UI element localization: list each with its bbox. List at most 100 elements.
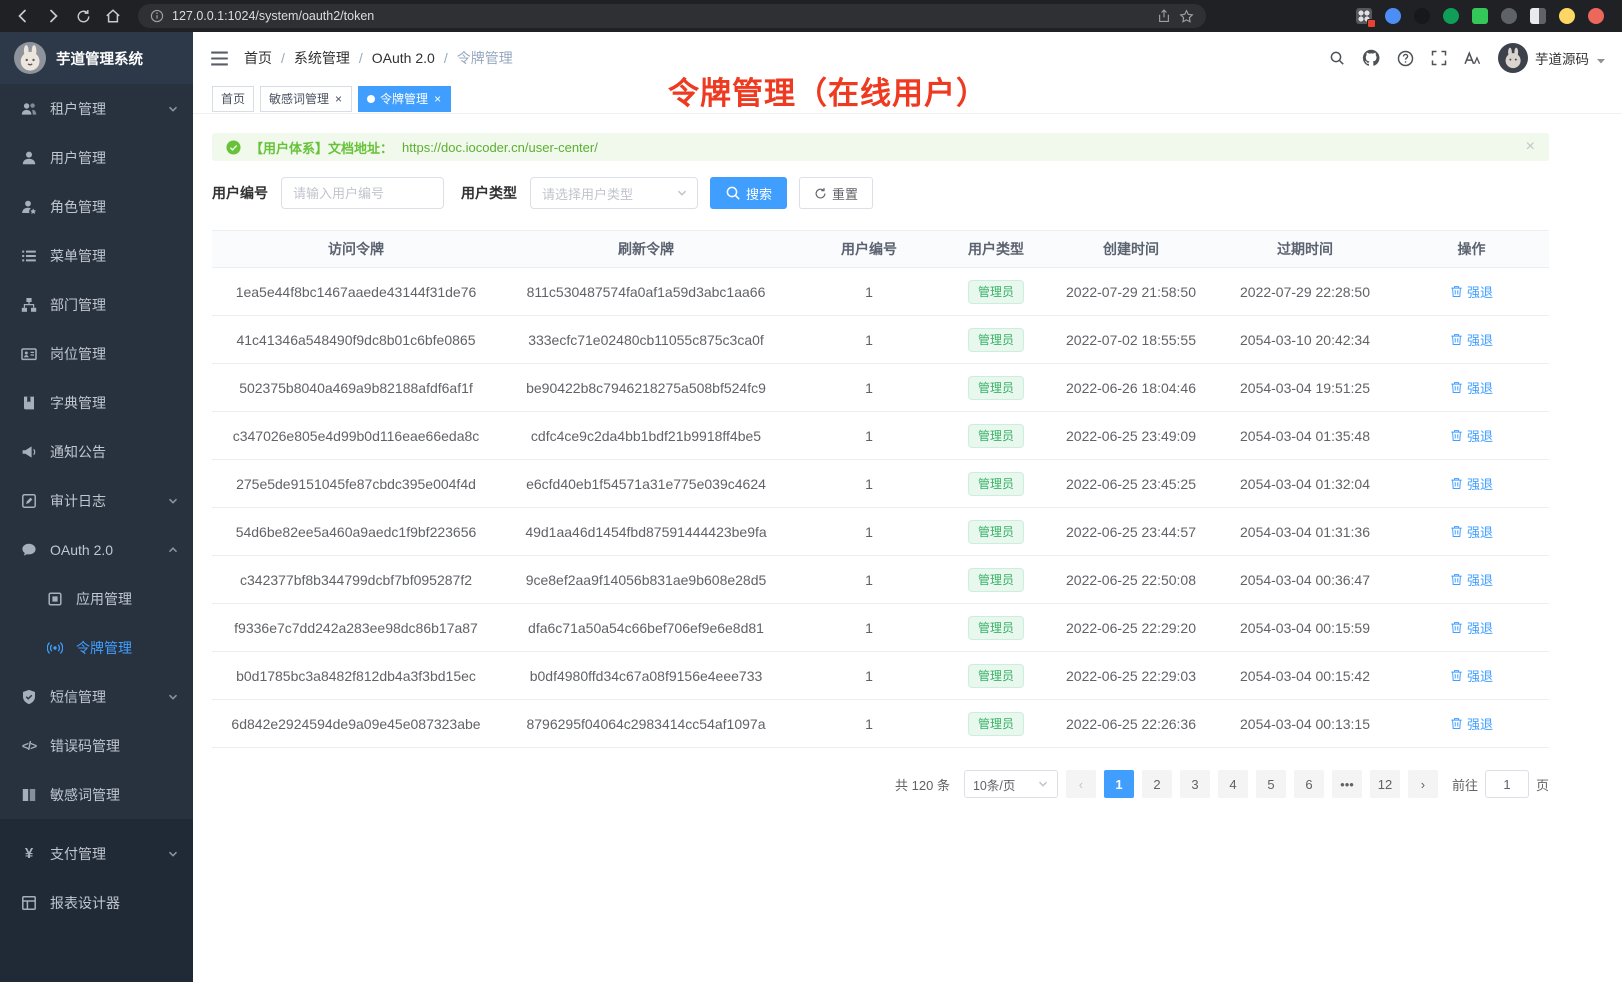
page-button[interactable]: 1 [1104, 770, 1134, 798]
force-logout-button[interactable]: 强退 [1450, 282, 1493, 301]
table-row: c342377bf8b344799dcbf7bf095287f2 9ce8ef2… [212, 556, 1549, 604]
breadcrumb-item[interactable]: 系统管理 [294, 48, 350, 68]
alert-doc-link[interactable]: https://doc.iocoder.cn/user-center/ [402, 140, 598, 155]
page-button[interactable]: 5 [1256, 770, 1286, 798]
close-icon[interactable]: × [1526, 139, 1535, 155]
forward-icon[interactable] [40, 3, 66, 29]
green-extension-icon[interactable] [1443, 8, 1459, 24]
sidebar-item[interactable]: 短信管理 [0, 672, 193, 721]
user-icon [20, 150, 38, 166]
sidebar-item[interactable]: 角色管理 [0, 182, 193, 231]
force-logout-button[interactable]: 强退 [1450, 714, 1493, 733]
force-logout-button[interactable]: 强退 [1450, 426, 1493, 445]
sidebar-menu-lower: ¥ 支付管理 报表设计器 [0, 819, 193, 982]
bookmark-star-icon[interactable] [1179, 9, 1194, 24]
sidebar-item[interactable]: 应用管理 [0, 574, 193, 623]
force-logout-button[interactable]: 强退 [1450, 378, 1493, 397]
info-icon[interactable] [150, 9, 164, 23]
force-logout-button[interactable]: 强退 [1450, 570, 1493, 589]
gray-extension-icon[interactable] [1501, 8, 1517, 24]
sidebar-item[interactable]: 用户管理 [0, 133, 193, 182]
search-icon[interactable] [1329, 50, 1345, 66]
user-menu[interactable]: 芋道源码 [1498, 43, 1606, 73]
force-logout-button[interactable]: 强退 [1450, 666, 1493, 685]
create-time-cell: 2022-06-25 22:29:03 [1046, 652, 1216, 700]
blue-extension-icon[interactable] [1385, 8, 1401, 24]
table-row: 41c41346a548490f9dc8b01c6bfe0865 333ecfc… [212, 316, 1549, 364]
access-token-cell: 41c41346a548490f9dc8b01c6bfe0865 [212, 316, 500, 364]
audit-log-icon [20, 493, 38, 509]
page-button[interactable]: 2 [1142, 770, 1172, 798]
tab-label: 令牌管理 [380, 90, 428, 107]
tab-active[interactable]: 令牌管理 × [358, 86, 451, 112]
force-logout-button[interactable]: 强退 [1450, 330, 1493, 349]
column-header: 操作 [1394, 231, 1549, 268]
create-time-cell: 2022-06-25 23:44:57 [1046, 508, 1216, 556]
emoji-avatar-icon[interactable] [1559, 8, 1575, 24]
split-panel-extension-icon[interactable] [1530, 8, 1546, 24]
reload-icon[interactable] [70, 3, 96, 29]
close-icon[interactable]: × [334, 93, 343, 105]
table-row: b0d1785bc3a8482f812db4a3f3bd15ec b0df498… [212, 652, 1549, 700]
column-header: 用户类型 [946, 231, 1046, 268]
expire-time-cell: 2054-03-04 00:36:47 [1216, 556, 1394, 604]
puzzle-extension-icon[interactable] [1472, 8, 1488, 24]
user-type-cell: 管理员 [946, 556, 1046, 604]
help-icon[interactable] [1397, 50, 1414, 67]
table-body: 1ea5e44f8bc1467aaede43144f31de76 811c530… [212, 268, 1549, 748]
force-logout-button[interactable]: 强退 [1450, 474, 1493, 493]
profile-avatar-icon[interactable] [1588, 8, 1604, 24]
goto-page-input[interactable] [1485, 770, 1529, 798]
dark-ring-extension-icon[interactable] [1414, 8, 1430, 24]
refresh-token-cell: be90422b8c7946218275a508bf524fc9 [500, 364, 792, 412]
fullscreen-icon[interactable] [1431, 50, 1447, 66]
browser-toolbar: 127.0.0.1:1024/system/oauth2/token [0, 0, 1622, 32]
sidebar-item[interactable]: ¥ 支付管理 [0, 829, 193, 878]
sidebar-item[interactable]: 令牌管理 [0, 623, 193, 672]
address-bar[interactable]: 127.0.0.1:1024/system/oauth2/token [138, 4, 1206, 28]
sidebar-item[interactable]: 审计日志 [0, 476, 193, 525]
sidebar-item[interactable]: 租户管理 [0, 84, 193, 133]
sidebar-item[interactable]: 报表设计器 [0, 878, 193, 927]
search-button[interactable]: 搜索 [710, 177, 787, 209]
sidebar-item[interactable]: 字典管理 [0, 378, 193, 427]
sidebar-item[interactable]: 岗位管理 [0, 329, 193, 378]
expire-time-cell: 2054-03-10 20:42:34 [1216, 316, 1394, 364]
back-icon[interactable] [10, 3, 36, 29]
force-logout-button[interactable]: 强退 [1450, 522, 1493, 541]
home-icon[interactable] [100, 3, 126, 29]
font-size-icon[interactable] [1464, 50, 1481, 67]
github-icon[interactable] [1362, 49, 1380, 67]
sidebar-item[interactable]: 通知公告 [0, 427, 193, 476]
hamburger-icon[interactable] [193, 49, 244, 68]
more-pages-button[interactable]: ••• [1332, 770, 1362, 798]
sidebar-item[interactable]: </> 错误码管理 [0, 721, 193, 770]
user-type-select[interactable]: 请选择用户类型 [530, 177, 698, 209]
tab-item[interactable]: 敏感词管理 × [260, 86, 352, 112]
user-id-input[interactable] [281, 177, 444, 209]
prev-page-button[interactable]: ‹ [1066, 770, 1096, 798]
breadcrumb-item[interactable]: OAuth 2.0 [372, 50, 435, 66]
sidebar-item[interactable]: OAuth 2.0 [0, 525, 193, 574]
share-icon[interactable] [1157, 9, 1171, 23]
force-logout-button[interactable]: 强退 [1450, 618, 1493, 637]
close-icon[interactable]: × [433, 93, 442, 105]
breadcrumb-item[interactable]: 首页 [244, 48, 272, 68]
page-button[interactable]: 3 [1180, 770, 1210, 798]
create-time-cell: 2022-07-02 18:55:55 [1046, 316, 1216, 364]
tab-item[interactable]: 首页 [212, 86, 254, 112]
sidebar-item[interactable]: 敏感词管理 [0, 770, 193, 819]
page-button[interactable]: 4 [1218, 770, 1248, 798]
sidebar-item[interactable]: 菜单管理 [0, 231, 193, 280]
reset-button[interactable]: 重置 [799, 177, 873, 209]
check-circle-icon [226, 140, 241, 155]
refresh-token-cell: 811c530487574fa0af1a59d3abc1aa66 [500, 268, 792, 316]
page-button[interactable]: 12 [1370, 770, 1400, 798]
next-page-button[interactable]: › [1408, 770, 1438, 798]
column-header: 用户编号 [792, 231, 946, 268]
sidebar-item[interactable]: 部门管理 [0, 280, 193, 329]
page-size-select[interactable]: 10条/页 [964, 770, 1058, 798]
user-id-cell: 1 [792, 508, 946, 556]
page-button[interactable]: 6 [1294, 770, 1324, 798]
grid-extension-icon[interactable] [1356, 8, 1372, 24]
